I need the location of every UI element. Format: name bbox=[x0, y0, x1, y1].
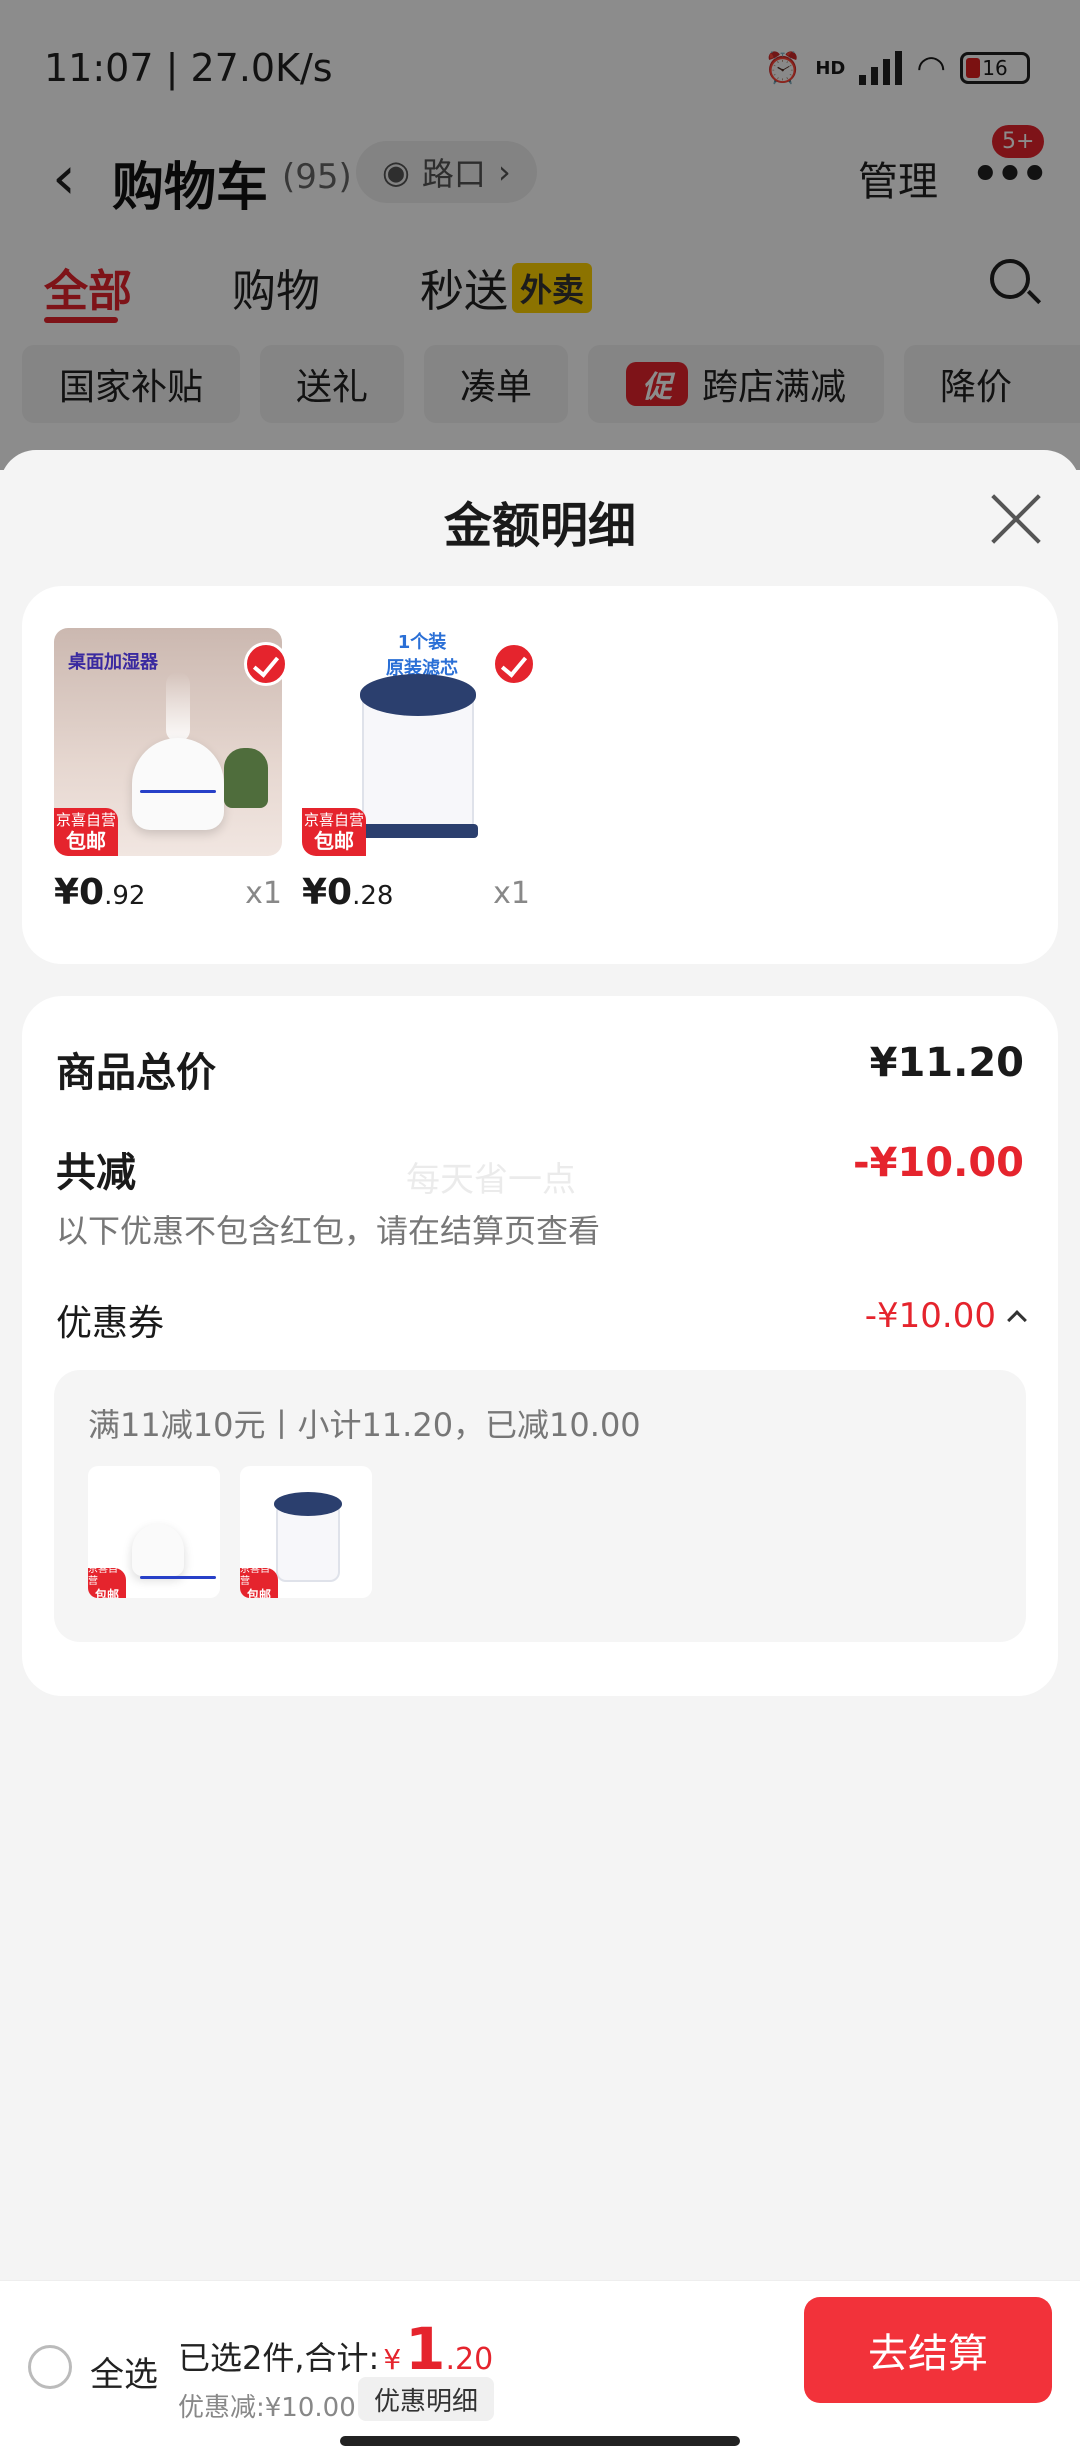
ship-tag-bottom: 包邮 bbox=[66, 829, 106, 853]
discount-detail-button[interactable]: 优惠明细 bbox=[358, 2377, 495, 2421]
close-icon[interactable] bbox=[986, 490, 1046, 550]
amount-detail-sheet: 金额明细 桌面加湿器 京喜自营 包邮 ¥0.92 x1 1个装 原装滤芯 京喜自… bbox=[0, 450, 1080, 2460]
ship-tag-top: 京喜自营 bbox=[303, 811, 364, 829]
price-integer: ¥0 bbox=[54, 872, 105, 913]
chevron-up-icon bbox=[1007, 1310, 1027, 1330]
ship-tag-bottom: 包邮 bbox=[314, 829, 354, 853]
product-item[interactable]: 桌面加湿器 京喜自营 包邮 ¥0.92 x1 bbox=[54, 628, 288, 913]
total-decimal: .20 bbox=[445, 2342, 494, 2377]
ship-tag-top: 京喜自营 bbox=[88, 1563, 118, 1587]
discount-amount: 优惠减:¥10.00 bbox=[178, 2393, 356, 2423]
coupon-value: -¥10.00 bbox=[864, 1296, 996, 1336]
ship-tag-bottom: 包邮 bbox=[246, 1587, 271, 1598]
checkout-bar: 全选 已选2件,合计: ¥ 1 .20 优惠减:¥10.00 优惠明细 去结算 bbox=[0, 2280, 1080, 2460]
watermark-text: 每天省一点 bbox=[406, 1160, 576, 1200]
price-summary-card: 商品总价 ¥11.20 每天省一点 共减 -¥10.00 以下优惠不包含红包，请… bbox=[22, 996, 1058, 1696]
product-quantity: x1 bbox=[493, 876, 530, 911]
ship-tag-bottom: 包邮 bbox=[94, 1587, 119, 1598]
total-price-label: 商品总价 bbox=[56, 1050, 216, 1096]
total-integer: 1 bbox=[405, 2315, 446, 2383]
discount-note: 以下优惠不包含红包，请在结算页查看 bbox=[56, 1212, 601, 1250]
price-decimal: .28 bbox=[352, 881, 394, 911]
filter-cap-graphic bbox=[360, 674, 476, 716]
coupon-rule: 满11减10元丨小计11.20，已减10.00 bbox=[88, 1406, 641, 1444]
product-price: ¥0.92 bbox=[54, 872, 145, 913]
product-image-text-line1: 1个装 bbox=[397, 632, 447, 653]
price-integer: ¥0 bbox=[302, 872, 353, 913]
total-reduce-label: 共减 bbox=[56, 1150, 136, 1196]
select-all-label[interactable]: 全选 bbox=[90, 2347, 158, 2396]
product-image-text: 桌面加湿器 bbox=[68, 652, 158, 673]
coupon-toggle[interactable]: -¥10.00 bbox=[864, 1296, 1027, 1336]
plant-graphic bbox=[224, 748, 268, 808]
free-shipping-tag: 京喜自营 包邮 bbox=[240, 1564, 278, 1598]
free-shipping-tag: 京喜自营 包邮 bbox=[54, 808, 118, 856]
selected-total: 已选2件,合计: ¥ 1 .20 bbox=[178, 2315, 493, 2383]
checkmark-icon[interactable] bbox=[244, 642, 288, 686]
currency-symbol: ¥ bbox=[383, 2343, 402, 2376]
price-decimal: .92 bbox=[104, 881, 146, 911]
humidifier-graphic bbox=[132, 1524, 216, 1579]
checkmark-icon[interactable] bbox=[492, 642, 536, 686]
home-indicator[interactable] bbox=[340, 2436, 740, 2446]
total-price-value: ¥11.20 bbox=[869, 1040, 1024, 1086]
mist-graphic bbox=[166, 672, 190, 742]
product-image-text: 1个装 原装滤芯 bbox=[362, 628, 482, 680]
coupon-product-thumb-humidifier: 京喜自营 包邮 bbox=[88, 1466, 220, 1598]
checkout-button[interactable]: 去结算 bbox=[804, 2297, 1052, 2403]
ship-tag-top: 京喜自营 bbox=[240, 1563, 270, 1587]
total-reduce-value: -¥10.00 bbox=[853, 1140, 1024, 1186]
free-shipping-tag: 京喜自营 包邮 bbox=[88, 1564, 126, 1598]
selected-products-card: 桌面加湿器 京喜自营 包邮 ¥0.92 x1 1个装 原装滤芯 京喜自营 包邮 … bbox=[22, 586, 1058, 964]
selected-text: 已选2件,合计: bbox=[178, 2339, 380, 2377]
ship-tag-top: 京喜自营 bbox=[55, 811, 116, 829]
filter-cap-graphic bbox=[274, 1492, 342, 1516]
coupon-label: 优惠券 bbox=[56, 1303, 165, 1344]
coupon-detail-box: 满11减10元丨小计11.20，已减10.00 京喜自营 包邮 京喜自营 包邮 bbox=[54, 1370, 1026, 1642]
coupon-product-thumb-filter: 京喜自营 包邮 bbox=[240, 1466, 372, 1598]
select-all-radio[interactable] bbox=[28, 2345, 72, 2389]
humidifier-graphic bbox=[132, 738, 224, 830]
sheet-title: 金额明细 bbox=[443, 498, 636, 554]
free-shipping-tag: 京喜自营 包邮 bbox=[302, 808, 366, 856]
product-item[interactable]: 1个装 原装滤芯 京喜自营 包邮 ¥0.28 x1 bbox=[302, 628, 536, 913]
dim-overlay[interactable] bbox=[0, 0, 1080, 470]
product-price: ¥0.28 bbox=[302, 872, 393, 913]
filter-base-graphic bbox=[358, 824, 478, 838]
product-quantity: x1 bbox=[245, 876, 282, 911]
